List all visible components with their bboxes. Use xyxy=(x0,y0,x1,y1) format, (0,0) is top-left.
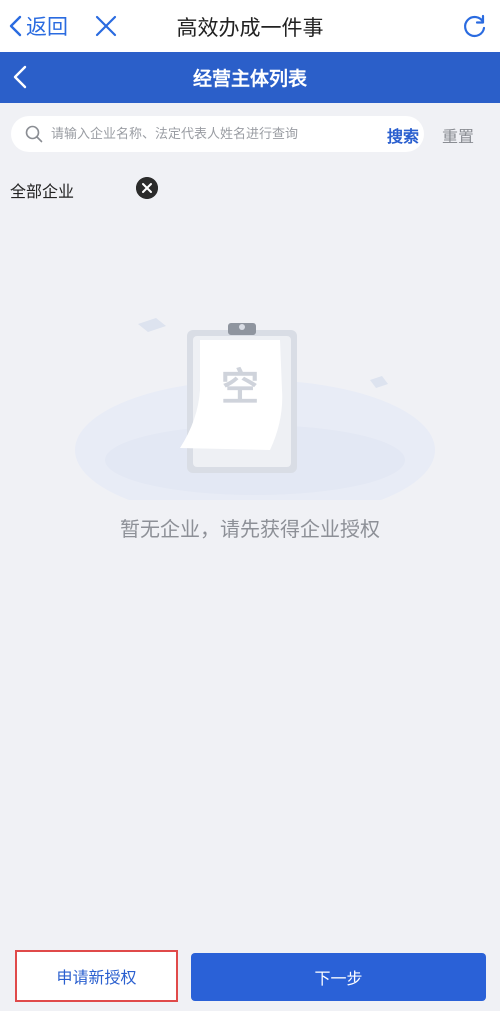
top-bar: 返回 高效办成一件事 xyxy=(0,0,500,52)
search-button[interactable]: 搜索 xyxy=(387,123,419,147)
empty-illustration-glyph: 空 xyxy=(221,365,259,409)
filter-label: 全部企业 xyxy=(10,182,75,201)
nav-title: 经营主体列表 xyxy=(192,68,307,90)
chevron-left-icon[interactable] xyxy=(10,64,32,90)
empty-illustration: 空 xyxy=(75,318,435,500)
nav-bar: 经营主体列表 xyxy=(0,52,500,103)
refresh-icon[interactable] xyxy=(462,13,488,39)
search-icon xyxy=(25,125,43,143)
next-step-button[interactable]: 下一步 xyxy=(191,953,486,1001)
search-input[interactable] xyxy=(51,122,369,146)
page-title: 高效办成一件事 xyxy=(176,16,324,40)
back-button[interactable]: 返回 xyxy=(8,12,68,40)
search-box: 搜索 xyxy=(11,116,424,152)
back-label: 返回 xyxy=(26,15,68,39)
chevron-left-icon xyxy=(9,15,22,37)
empty-message: 暂无企业，请先获得企业授权 xyxy=(120,517,380,541)
apply-authorization-label: 申请新授权 xyxy=(56,968,137,987)
reset-button[interactable]: 重置 xyxy=(442,123,474,147)
search-row: 搜索 重置 xyxy=(0,103,500,165)
next-step-label: 下一步 xyxy=(314,969,363,988)
close-circle-icon[interactable] xyxy=(136,177,158,199)
apply-authorization-button[interactable]: 申请新授权 xyxy=(15,950,178,1002)
bottom-action-bar: 申请新授权 下一步 xyxy=(0,945,500,1011)
close-icon[interactable] xyxy=(94,14,118,38)
